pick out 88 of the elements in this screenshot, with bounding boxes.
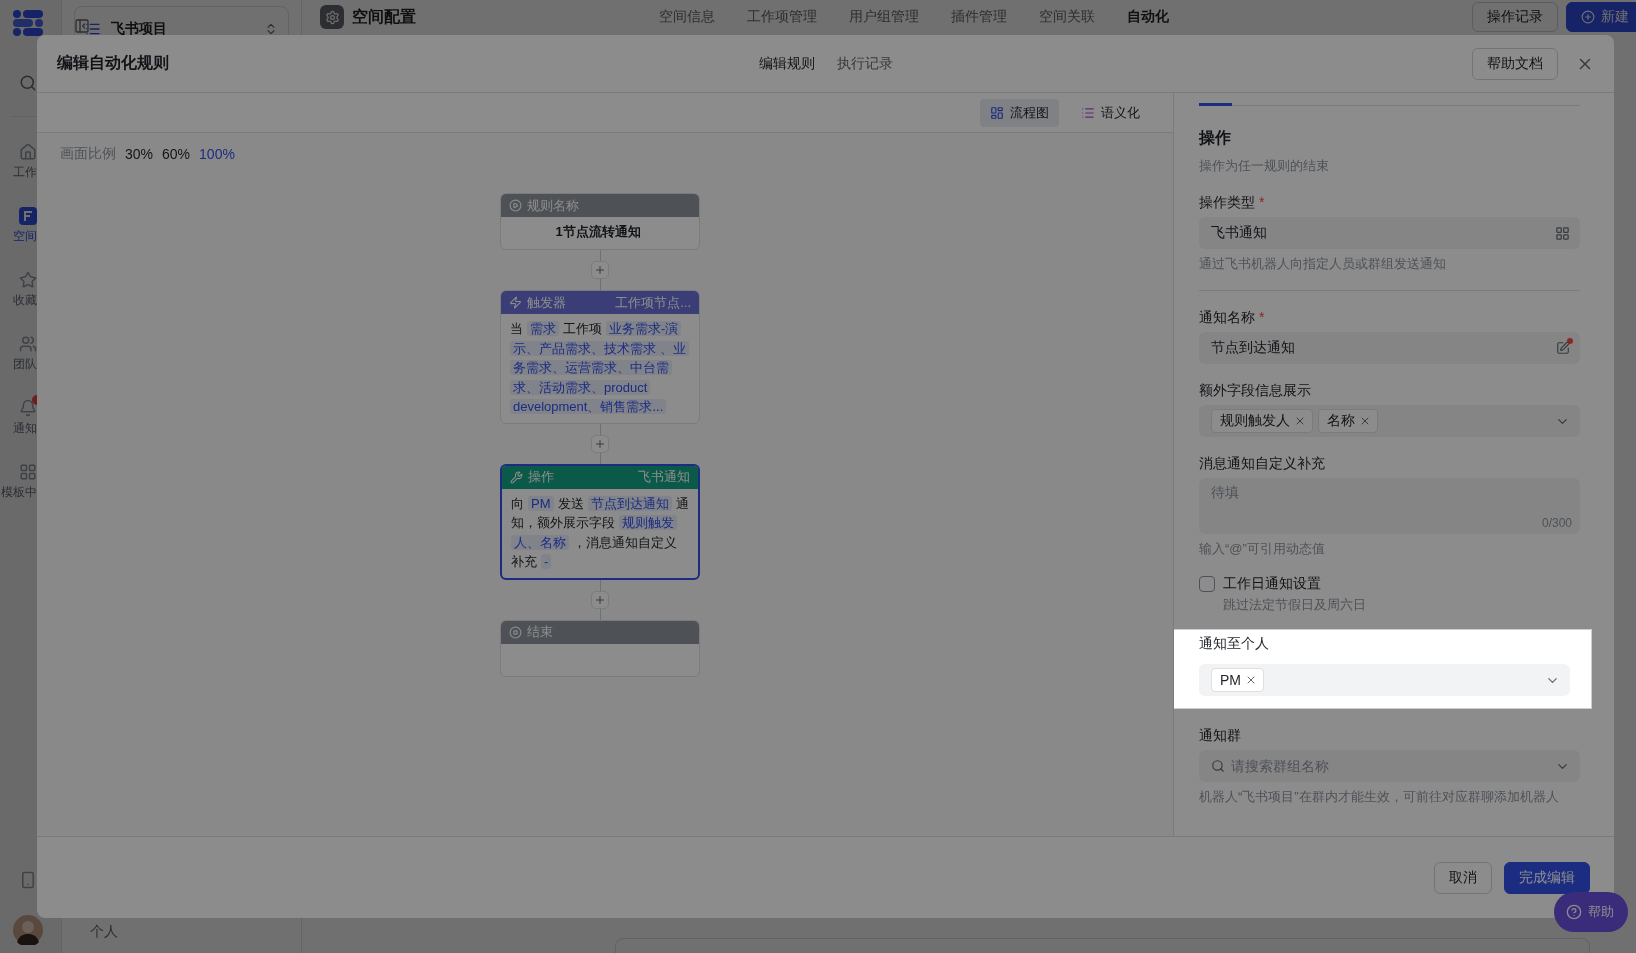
remove-icon[interactable] bbox=[1294, 415, 1306, 427]
node-title: 触发器 bbox=[527, 293, 567, 312]
help-button[interactable]: 帮助 bbox=[1554, 892, 1628, 932]
checkbox-label: 工作日通知设置 bbox=[1223, 575, 1321, 593]
name-field[interactable]: 节点到达通知 bbox=[1199, 332, 1580, 364]
view-toggle[interactable]: 语义化 bbox=[1071, 98, 1150, 127]
field-tag: PM bbox=[1211, 668, 1264, 692]
zoom-option[interactable]: 60% bbox=[162, 146, 191, 162]
play-icon bbox=[509, 199, 522, 212]
flow-node[interactable]: 触发器 工作项节点... 当 需求 工作项 业务需求-演示、产品需求、技术需求 、业务需求、运营需求、中台需求、活动需求、product development、销售需求... bbox=[500, 290, 700, 424]
page-title: 空间配置 bbox=[352, 6, 416, 27]
collapse-icon[interactable] bbox=[74, 18, 90, 34]
help-text: 通过飞书机器人向指定人员或群组发送通知 bbox=[1199, 255, 1447, 273]
tab-indicator bbox=[1199, 103, 1232, 106]
node-description: 向 PM 发送 节点到达通知 通知，额外展示字段 规则触发人、名称 ，消息通知自定义补充 - bbox=[511, 494, 689, 571]
stop-icon bbox=[509, 625, 522, 639]
node-subtitle: 飞书通知 bbox=[638, 468, 690, 486]
list-icon bbox=[1081, 105, 1095, 120]
nav-icon[interactable] bbox=[19, 398, 37, 417]
nav-label[interactable]: 空间 bbox=[0, 227, 37, 244]
page-tab[interactable]: 用户组管理 bbox=[849, 8, 919, 26]
field-tag: 名称 bbox=[1318, 409, 1378, 433]
node-description: 1节点流转通知 bbox=[554, 223, 642, 241]
remove-icon[interactable] bbox=[1359, 415, 1371, 427]
dialog-tab[interactable]: 编辑规则 bbox=[758, 54, 815, 73]
remove-icon[interactable] bbox=[1245, 674, 1257, 686]
page-tab[interactable]: 空间关联 bbox=[1039, 8, 1095, 26]
help-text: 跳过法定节假日及周六日 bbox=[1222, 596, 1367, 614]
node-title: 操作 bbox=[528, 468, 555, 486]
grid-icon bbox=[1555, 225, 1570, 241]
wrench-icon bbox=[510, 470, 523, 484]
nav-icon[interactable] bbox=[19, 334, 37, 353]
plus-icon bbox=[1581, 10, 1595, 24]
multi-select[interactable]: PM bbox=[1199, 664, 1570, 696]
page-tab[interactable]: 空间信息 bbox=[659, 8, 715, 26]
nav-label[interactable]: 工作 bbox=[0, 163, 37, 180]
add-step-button[interactable] bbox=[591, 261, 609, 279]
search-icon bbox=[1211, 759, 1225, 773]
nav-label[interactable]: 模板中 bbox=[0, 483, 37, 500]
view-toggle[interactable]: 流程图 bbox=[980, 98, 1059, 127]
help-icon bbox=[1566, 904, 1582, 920]
new-button[interactable]: 新建 bbox=[1566, 2, 1636, 32]
field-label: 通知名称 * bbox=[1199, 308, 1266, 327]
add-step-button[interactable] bbox=[591, 434, 609, 453]
flowchart-icon bbox=[990, 105, 1004, 120]
dialog-tab[interactable]: 执行记录 bbox=[836, 54, 893, 73]
field-label: 操作类型 * bbox=[1199, 193, 1266, 212]
zoom-option[interactable]: 100% bbox=[199, 146, 235, 162]
page-tab[interactable]: 自动化 bbox=[1127, 8, 1169, 26]
field-label: 消息通知自定义补充 bbox=[1199, 454, 1326, 473]
flow-node[interactable]: 操作 飞书通知 向 PM 发送 节点到达通知 通知，额外展示字段 规则触发人、名称 ，消息通知自定义补充 - bbox=[500, 463, 700, 580]
logo bbox=[12, 10, 43, 36]
nav-label[interactable]: 团队 bbox=[0, 355, 37, 372]
nav-icon[interactable] bbox=[19, 462, 37, 481]
lightning-icon bbox=[509, 296, 522, 309]
zoom-option[interactable]: 30% bbox=[125, 146, 154, 162]
avatar[interactable] bbox=[12, 915, 43, 945]
multi-select[interactable]: 规则触发人 名称 bbox=[1199, 405, 1580, 437]
help-text: 机器人“飞书项目”在群内才能生效，可前往对应群聊添加机器人 bbox=[1199, 788, 1560, 806]
section-title: 操作 bbox=[1199, 128, 1232, 148]
cancel-button[interactable]: 取消 bbox=[1434, 861, 1492, 894]
node-description: 当 需求 工作项 业务需求-演示、产品需求、技术需求 、业务需求、运营需求、中台需求、活动需求、product development、销售需求... bbox=[510, 319, 690, 417]
add-step-button[interactable] bbox=[591, 590, 609, 609]
page-tab[interactable]: 插件管理 bbox=[951, 8, 1007, 26]
help-docs-button[interactable]: 帮助文档 bbox=[1472, 47, 1558, 80]
nav-label[interactable]: 通知 bbox=[0, 419, 37, 436]
field-label: 通知群 bbox=[1199, 726, 1242, 745]
plus-icon bbox=[594, 593, 606, 606]
finish-button[interactable]: 完成编辑 bbox=[1504, 861, 1590, 894]
plus-icon bbox=[594, 264, 606, 276]
history-button[interactable]: 操作记录 bbox=[1472, 2, 1558, 32]
field-label: 额外字段信息展示 bbox=[1199, 381, 1312, 400]
nav-icon[interactable] bbox=[19, 142, 37, 161]
checkbox[interactable] bbox=[1199, 576, 1215, 592]
search-icon[interactable] bbox=[18, 74, 37, 92]
field-tag: 规则触发人 bbox=[1211, 409, 1313, 433]
list-icon bbox=[85, 21, 101, 37]
nav-label[interactable]: 收藏 bbox=[0, 291, 37, 308]
nav-icon[interactable] bbox=[19, 270, 37, 289]
plus-icon bbox=[594, 437, 606, 450]
edit-icon[interactable] bbox=[1556, 341, 1570, 355]
node-subtitle: 工作项节点... bbox=[615, 293, 691, 312]
page-tab[interactable]: 工作项管理 bbox=[747, 8, 817, 26]
gear-icon bbox=[320, 5, 344, 29]
type-select[interactable]: 飞书通知 bbox=[1199, 217, 1580, 249]
field-label: 通知至个人 bbox=[1199, 634, 1270, 653]
sidebar-item[interactable]: 个人 bbox=[62, 923, 301, 953]
dialog-title: 编辑自动化规则 bbox=[57, 53, 170, 73]
